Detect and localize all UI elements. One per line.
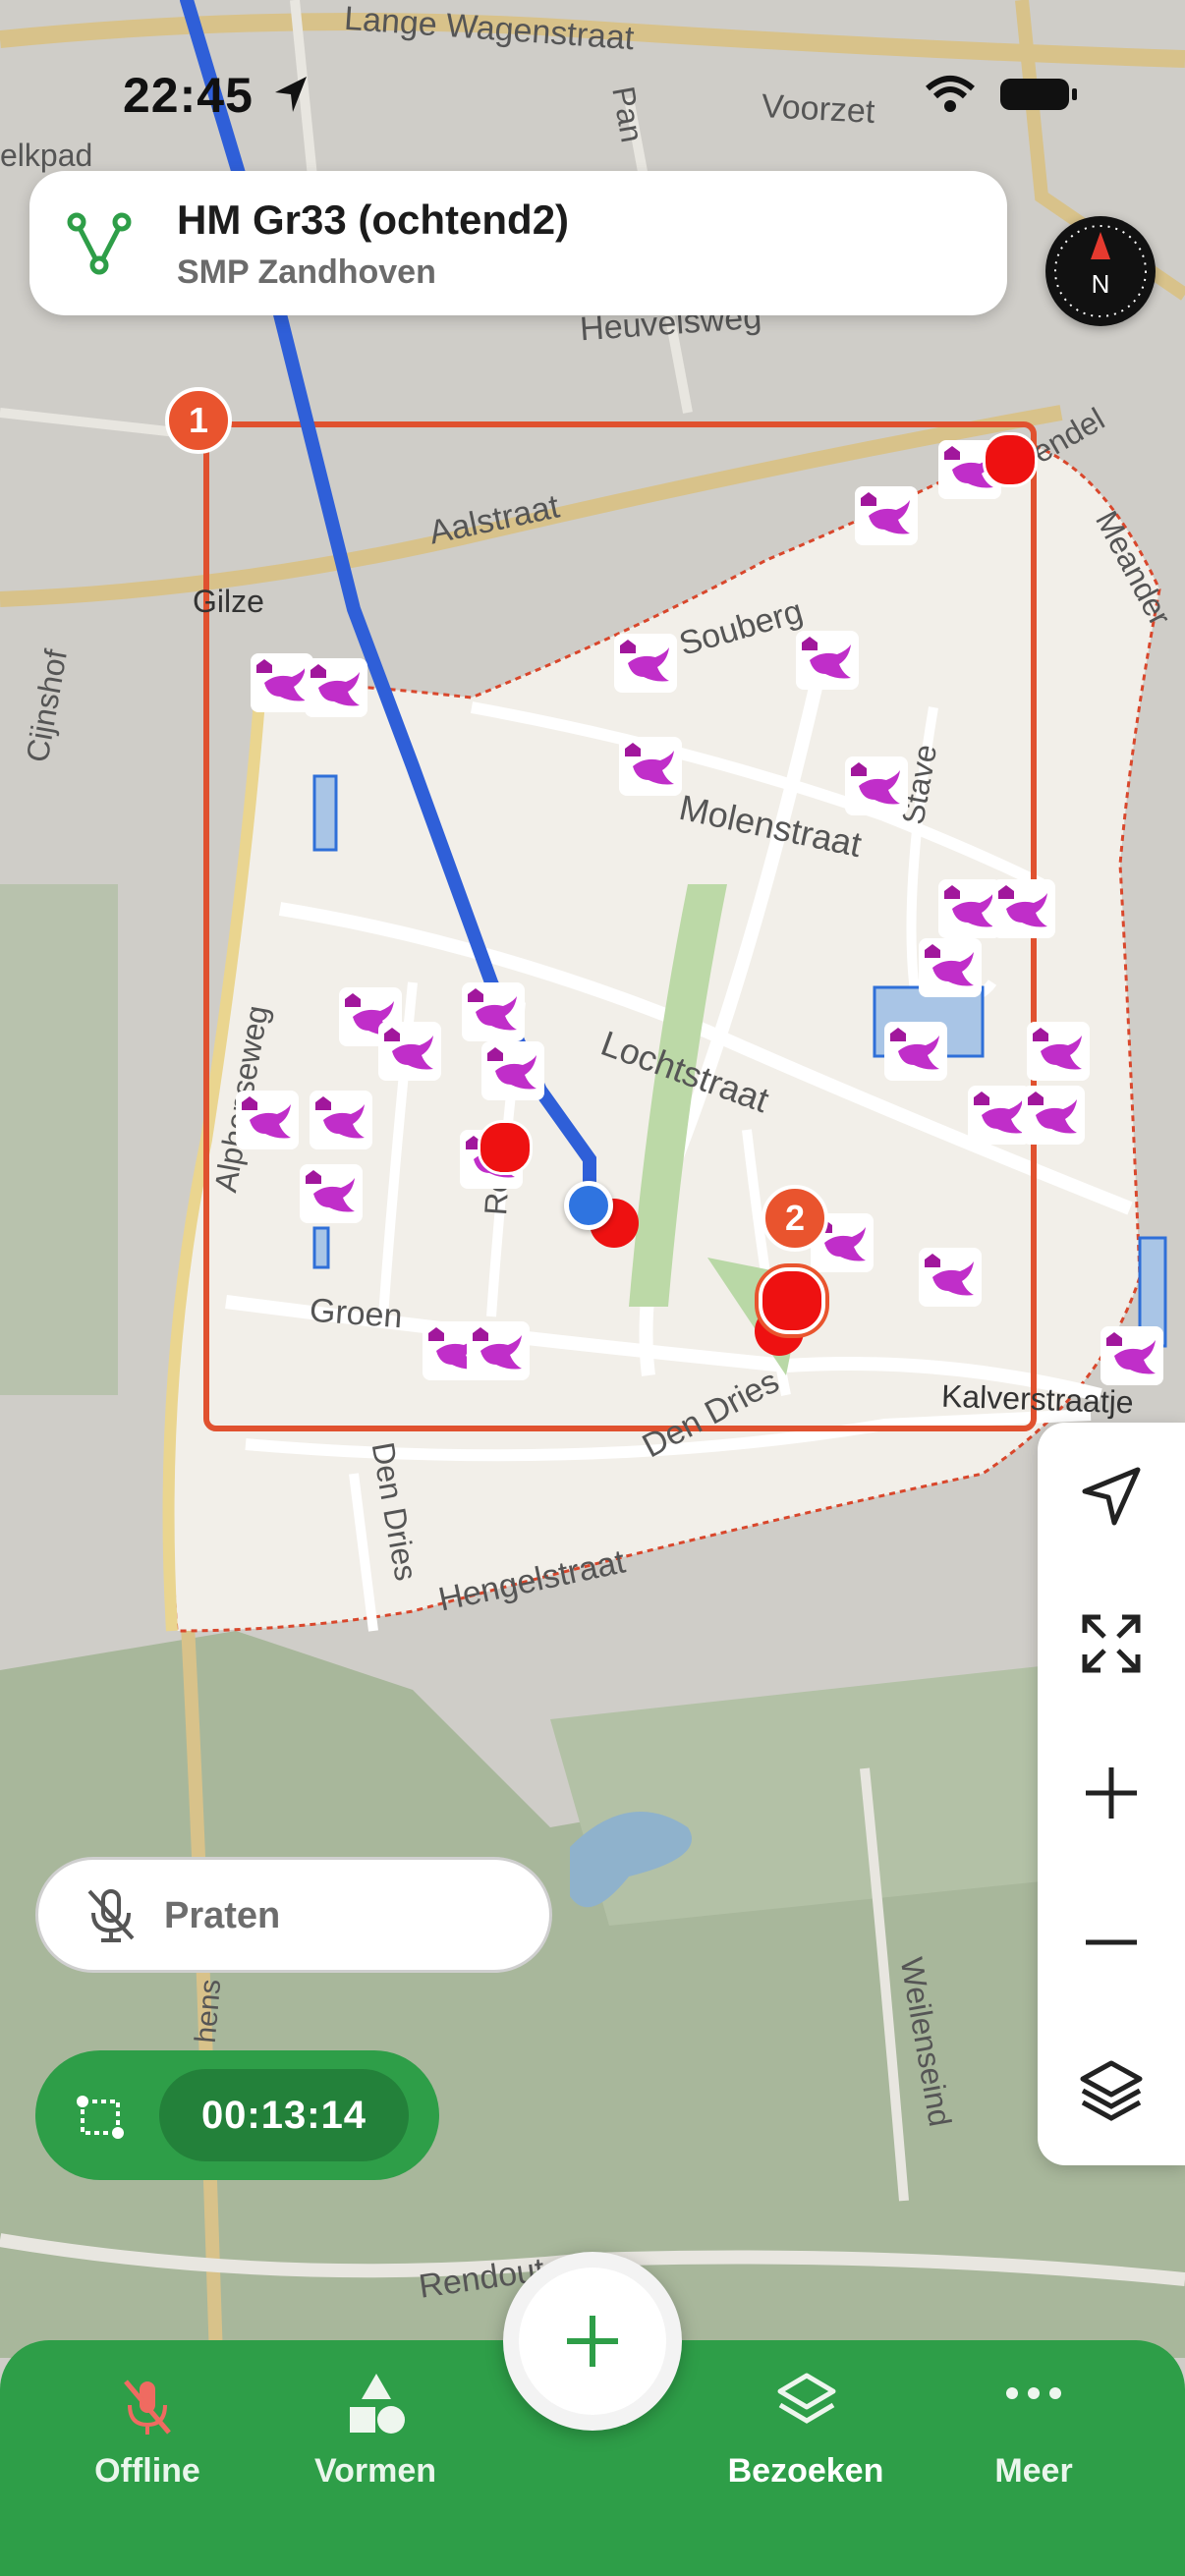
- tab-label: Vormen: [313, 2452, 437, 2490]
- visit-marker[interactable]: [983, 432, 1038, 487]
- route-title: HM Gr33 (ochtend2): [177, 196, 570, 243]
- map-controls-panel: [1038, 1423, 1185, 2165]
- location-services-icon: [275, 77, 307, 112]
- street-label: Kalverstraatje: [940, 1377, 1135, 1421]
- compass-button[interactable]: N: [1045, 216, 1156, 326]
- tab-bezoeken[interactable]: Bezoeken: [707, 2340, 904, 2576]
- layers-icon: [1080, 2060, 1143, 2121]
- zoom-in-button[interactable]: [1038, 1719, 1185, 1867]
- microphone-off-icon: [124, 2380, 171, 2435]
- zoom-out-button[interactable]: [1038, 1869, 1185, 2016]
- tab-vormen[interactable]: Vormen: [277, 2340, 474, 2576]
- visit-marker-selected[interactable]: [759, 1267, 825, 1334]
- tab-label: Offline: [94, 2452, 200, 2490]
- map-canvas[interactable]: [0, 0, 1185, 2576]
- layers-stack-icon: [777, 2373, 836, 2424]
- street-label: Gilze: [193, 584, 264, 619]
- route-subtitle: SMP Zandhoven: [177, 253, 436, 291]
- route-card[interactable]: HM Gr33 (ochtend2) SMP Zandhoven: [29, 171, 1007, 315]
- location-arrow-icon: [1082, 1467, 1141, 1526]
- tab-label: Meer: [994, 2452, 1073, 2490]
- street-label: Groen: [308, 1291, 404, 1336]
- locate-button[interactable]: [1038, 1423, 1185, 1570]
- expand-icon: [1082, 1614, 1141, 1673]
- fit-bounds-button[interactable]: [1038, 1570, 1185, 1717]
- more-dots-icon: [1006, 2387, 1061, 2399]
- minus-icon: [1086, 1939, 1137, 1945]
- street-label: hens: [189, 1978, 228, 2044]
- visit-marker[interactable]: [478, 1120, 533, 1175]
- marker-badge-1[interactable]: 1: [165, 387, 232, 454]
- microphone-muted-icon: [87, 1889, 135, 1942]
- timer-value: 00:13:14: [159, 2069, 409, 2161]
- talk-button[interactable]: Praten: [35, 1857, 552, 1973]
- plus-icon: [567, 2316, 618, 2367]
- user-location-dot: [564, 1181, 613, 1230]
- marker-badge-2[interactable]: 2: [762, 1185, 828, 1252]
- add-button[interactable]: [503, 2252, 682, 2431]
- compass-letter: N: [1092, 269, 1110, 299]
- route-icon: [67, 212, 132, 275]
- battery-icon: [1000, 79, 1077, 110]
- status-time: 22:45: [123, 68, 254, 123]
- compass-icon: N: [1054, 225, 1147, 317]
- street-label: elkpad: [0, 138, 93, 173]
- tracking-timer-button[interactable]: 00:13:14: [35, 2050, 439, 2180]
- layers-button[interactable]: [1038, 2018, 1185, 2165]
- route-track-icon: [77, 2096, 124, 2139]
- tab-label: Bezoeken: [727, 2452, 884, 2490]
- tab-offline[interactable]: Offline: [49, 2340, 246, 2576]
- shapes-icon: [350, 2374, 405, 2434]
- tab-meer[interactable]: Meer: [935, 2340, 1132, 2576]
- plus-icon: [1086, 1767, 1137, 1819]
- wifi-icon: [926, 76, 975, 112]
- talk-label: Praten: [164, 1895, 281, 1936]
